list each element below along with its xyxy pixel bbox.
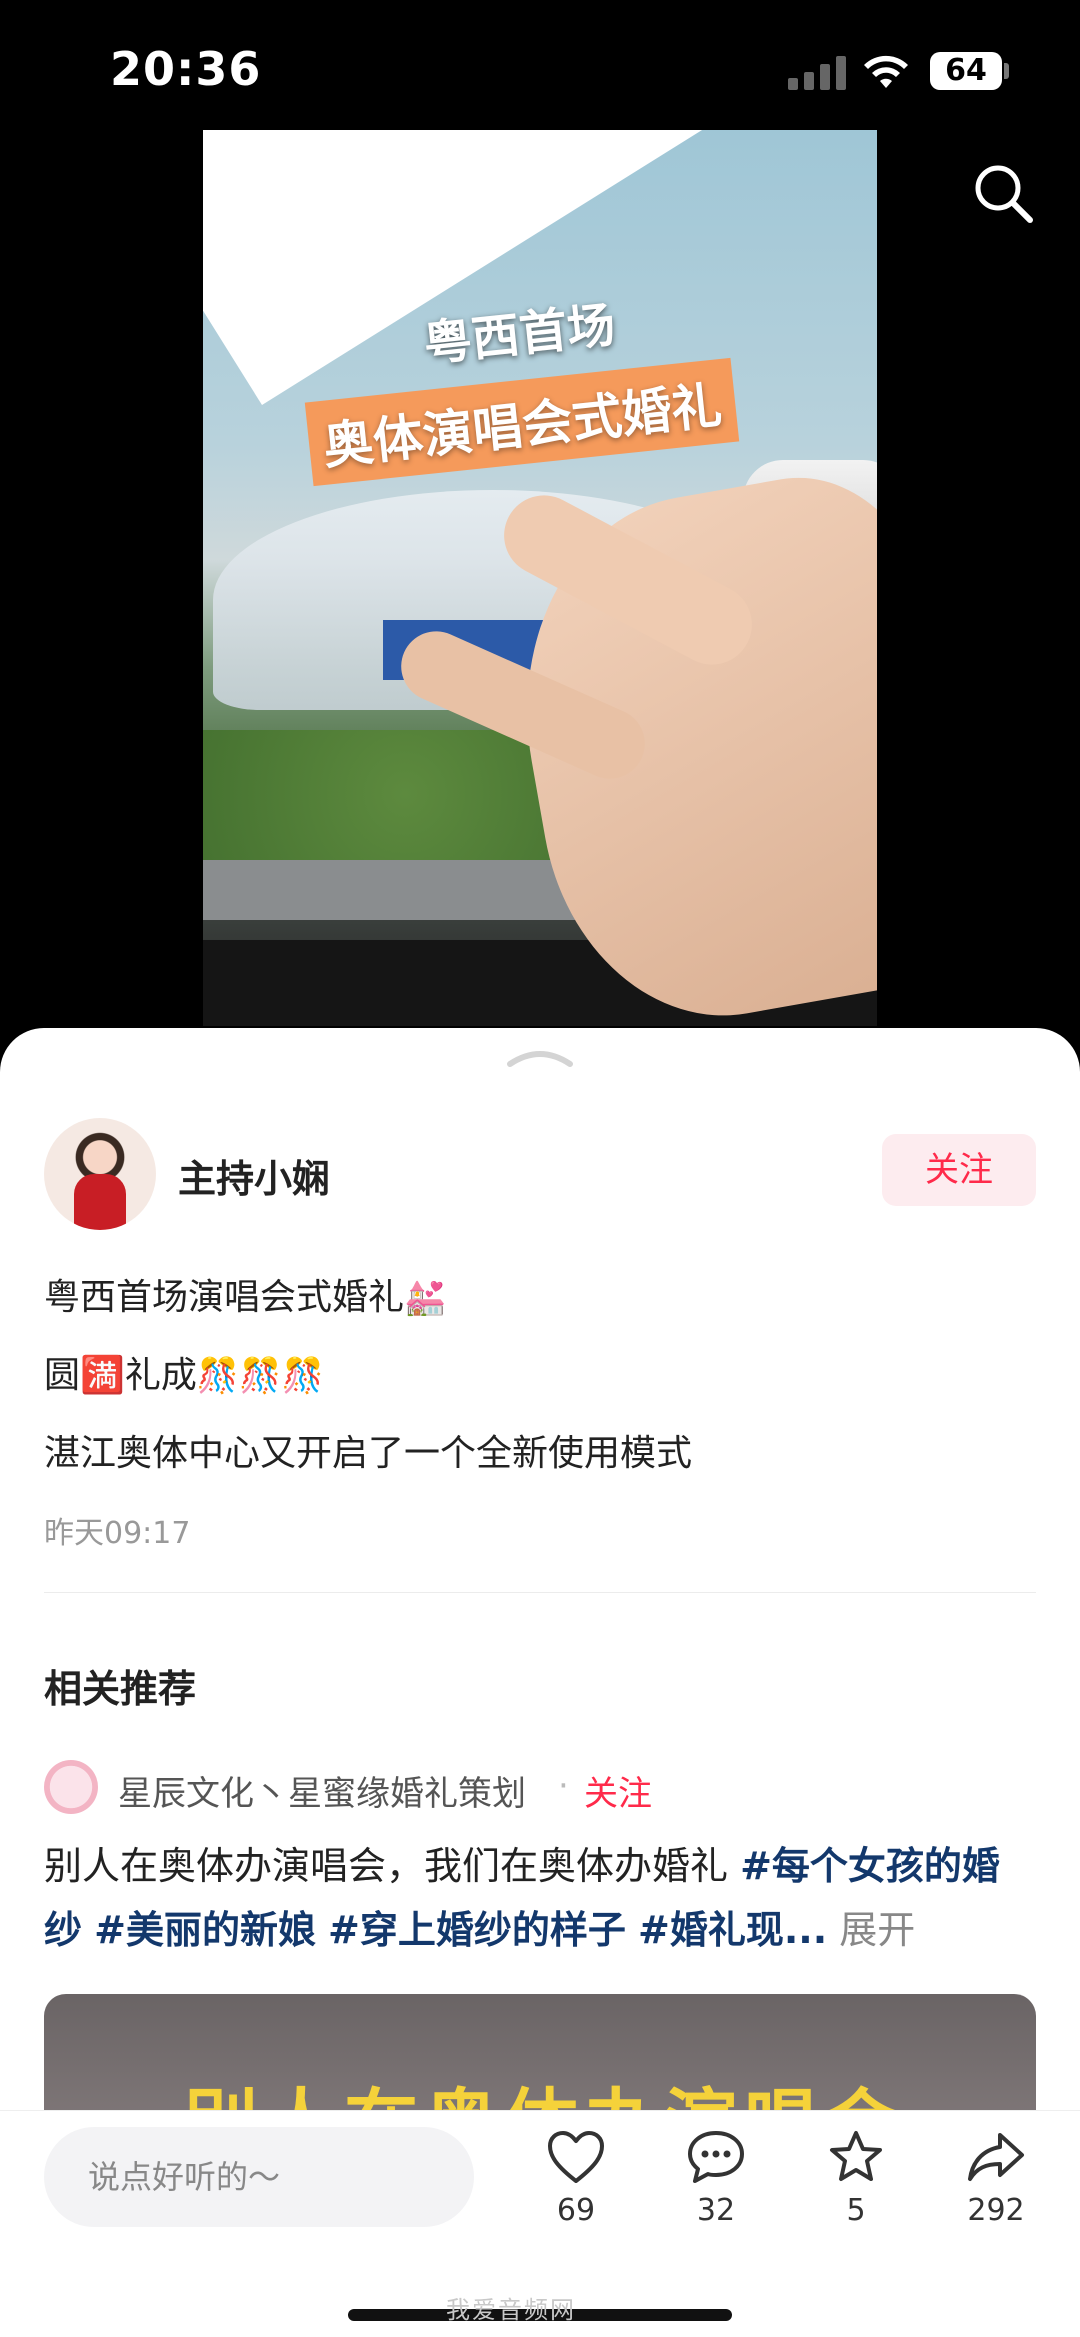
related-avatar[interactable] xyxy=(44,1760,98,1814)
related-author-name[interactable]: 星辰文化丶星蜜缘婚礼策划 xyxy=(118,1766,526,1815)
related-post-text[interactable]: 别人在奥体办演唱会，我们在奥体办婚礼 #每个女孩的婚纱 #美丽的新娘 #穿上婚纱… xyxy=(44,1834,1036,1962)
expand-link[interactable]: 展开 xyxy=(839,1908,915,1952)
share-icon xyxy=(968,2133,1024,2181)
like-button[interactable]: 69 xyxy=(526,2129,626,2249)
post-text: 圆🈵礼成 xyxy=(44,1355,197,1396)
post-description-line: 粤西首场演唱会式婚礼💒 xyxy=(44,1268,1034,1320)
chapel-icon: 💒 xyxy=(404,1278,447,1318)
post-description-line: 圆🈵礼成🎊🎊🎊 xyxy=(44,1346,1034,1398)
post-timestamp: 昨天09:17 xyxy=(44,1516,191,1551)
battery-tip xyxy=(1004,63,1009,79)
favorite-count: 5 xyxy=(846,2193,866,2228)
like-count: 69 xyxy=(556,2193,596,2228)
share-count: 292 xyxy=(967,2193,1025,2228)
post-text: 粤西首场演唱会式婚礼 xyxy=(44,1277,405,1318)
video-caption-line2: 奥体演唱会式婚礼 xyxy=(304,357,740,487)
post-description-line: 湛江奥体中心又开启了一个全新使用模式 xyxy=(44,1433,693,1474)
share-button[interactable]: 292 xyxy=(946,2129,1046,2249)
video-caption-line1: 粤西首场 xyxy=(421,297,618,373)
comment-icon xyxy=(688,2131,744,2183)
related-follow-button[interactable]: 关注 xyxy=(584,1766,652,1815)
avatar[interactable] xyxy=(44,1118,156,1230)
divider xyxy=(44,1592,1036,1593)
cellular-signal-icon xyxy=(788,56,846,90)
author-row: 主持小娴 关注 xyxy=(44,1118,1036,1230)
hashtag-link[interactable]: #婚礼现... xyxy=(638,1908,827,1952)
avatar-figure xyxy=(74,1174,126,1230)
chevron-up-icon[interactable] xyxy=(506,1044,574,1068)
follow-button[interactable]: 关注 xyxy=(882,1134,1036,1206)
heart-icon xyxy=(548,2131,604,2183)
battery-indicator: 64 xyxy=(930,52,1002,90)
related-author-row: 星辰文化丶星蜜缘婚礼策划 · 关注 xyxy=(44,1758,1036,1814)
related-post-body: 别人在奥体办演唱会，我们在奥体办婚礼 xyxy=(44,1844,741,1888)
hashtag-link[interactable]: #美丽的新娘 xyxy=(94,1908,316,1952)
author-name[interactable]: 主持小娴 xyxy=(178,1148,330,1203)
separator-dot: · xyxy=(558,1766,569,1806)
favorite-button[interactable]: 5 xyxy=(806,2129,906,2249)
comment-count: 32 xyxy=(696,2193,736,2228)
comment-button[interactable]: 32 xyxy=(666,2129,766,2249)
status-time: 20:36 xyxy=(110,42,262,96)
hashtag-link[interactable]: #穿上婚纱的样子 xyxy=(328,1908,626,1952)
video-player[interactable]: 粤西首场 奥体演唱会式婚礼 xyxy=(203,130,877,1026)
search-icon[interactable] xyxy=(970,160,1036,226)
wifi-icon xyxy=(864,55,908,88)
watermark: 我爱音频网 xyxy=(446,2296,576,2324)
comment-input[interactable]: 说点好听的～ xyxy=(44,2127,474,2227)
confetti-icon: 🎊🎊🎊 xyxy=(196,1356,324,1396)
related-section-title: 相关推荐 xyxy=(44,1667,197,1711)
star-icon xyxy=(830,2131,882,2181)
status-bar: 20:36 64 xyxy=(0,0,1080,130)
